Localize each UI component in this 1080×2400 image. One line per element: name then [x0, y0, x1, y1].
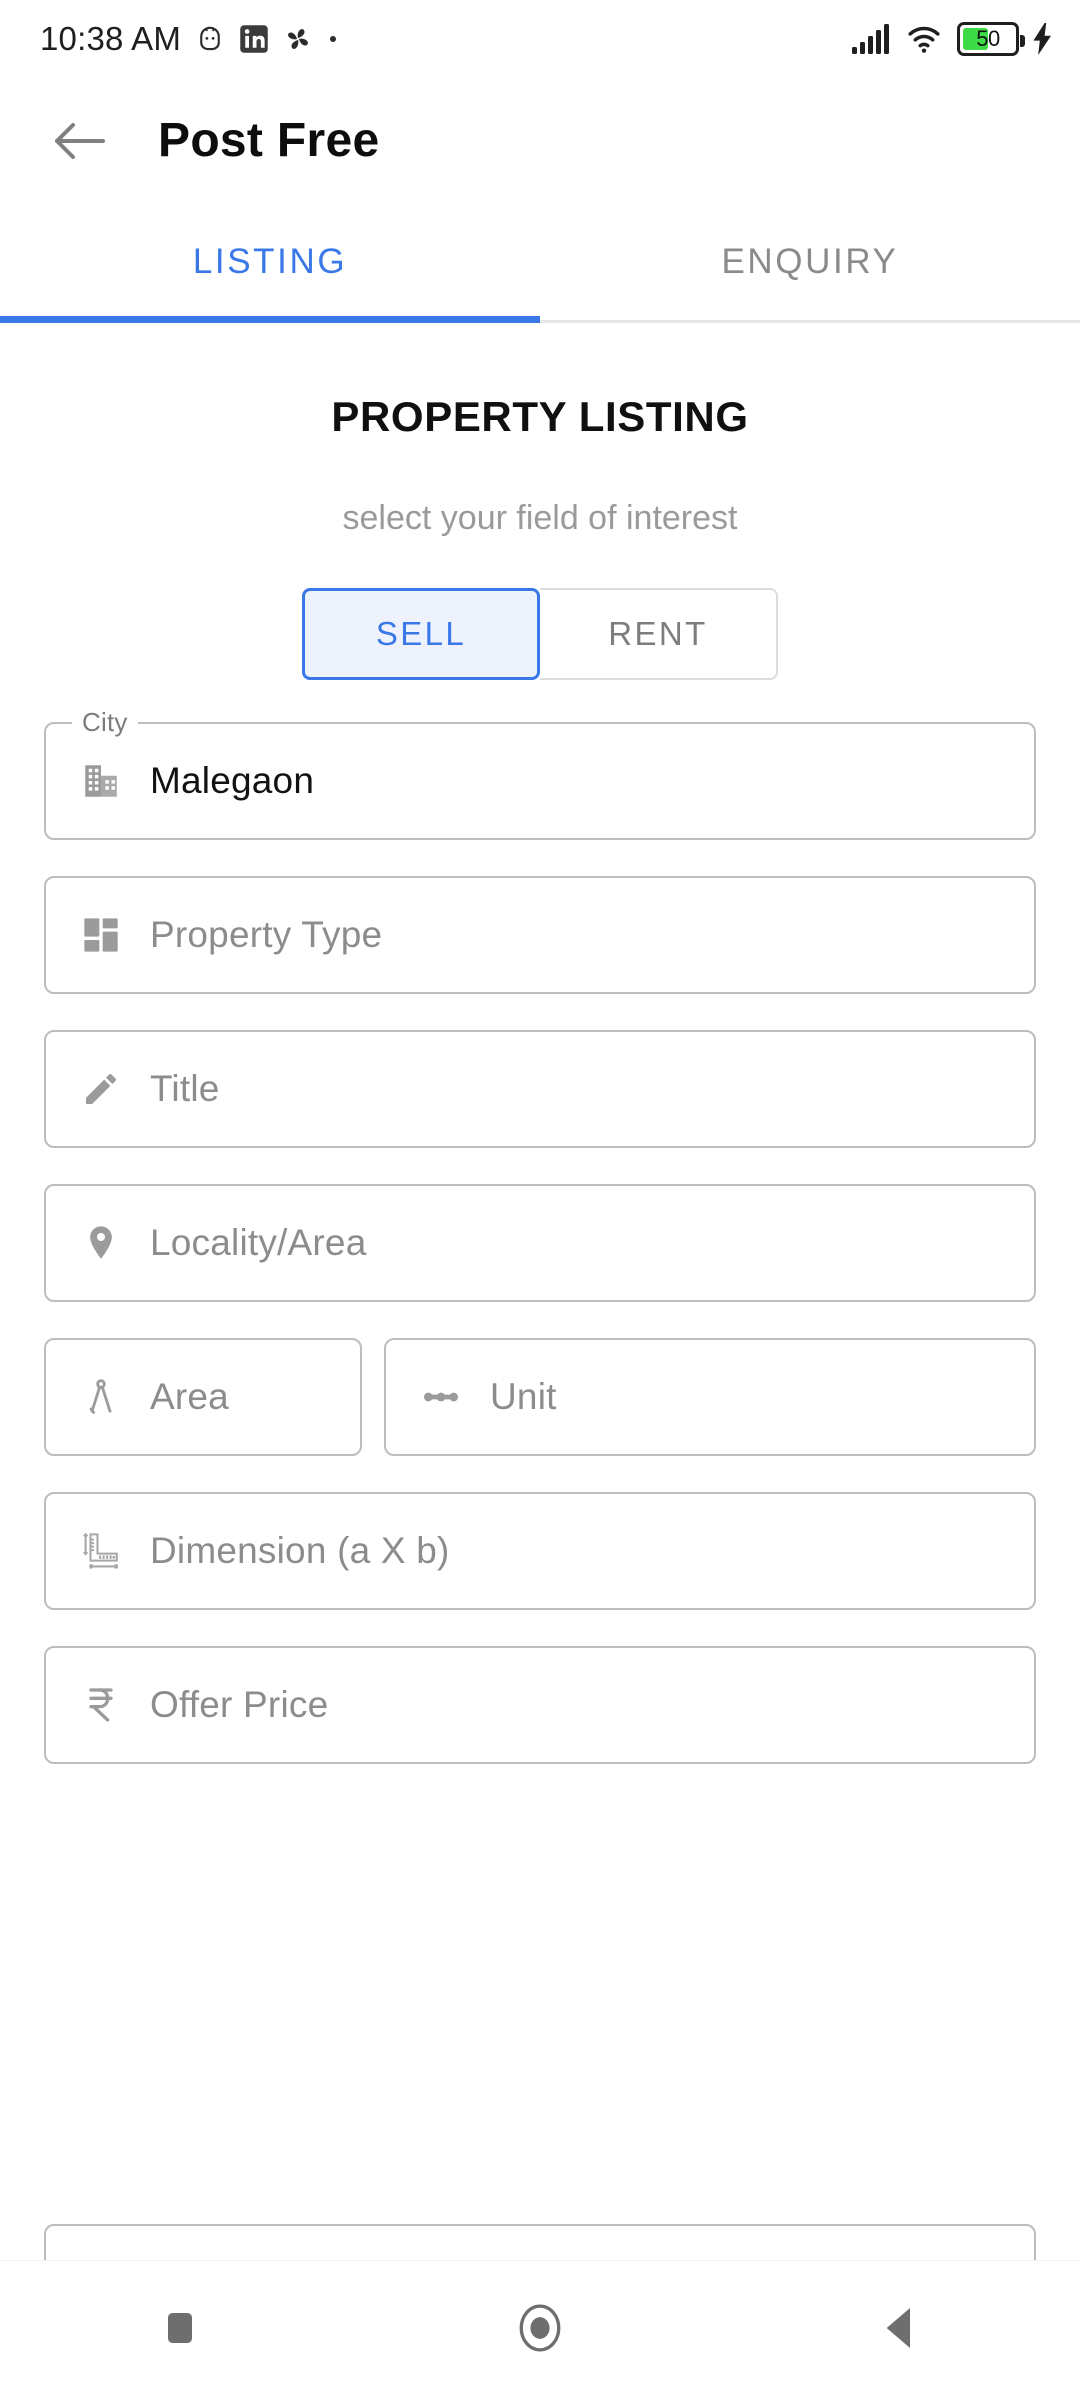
area-placeholder: Area — [150, 1376, 229, 1417]
locality-field[interactable]: Locality/Area — [44, 1184, 1036, 1302]
offer-price-field[interactable]: Offer Price — [44, 1646, 1036, 1764]
tab-listing-label: LISTING — [192, 241, 348, 281]
tab-enquiry[interactable]: ENQUIRY — [540, 203, 1080, 320]
unit-field[interactable]: Unit — [384, 1338, 1036, 1456]
circle-icon — [515, 2303, 565, 2358]
form-heading: PROPERTY LISTING — [331, 393, 749, 440]
unit-placeholder: Unit — [490, 1376, 557, 1417]
ruler-square-icon — [78, 1528, 124, 1574]
rupee-icon — [78, 1682, 124, 1728]
sell-rent-segmented-control: SELL RENT — [302, 588, 778, 680]
page-title: Post Free — [158, 114, 380, 167]
next-field-outline[interactable] — [44, 2224, 1036, 2260]
tab-bar: LISTING ENQUIRY — [0, 203, 1080, 323]
signal-bars-icon — [851, 23, 891, 55]
status-bar-left: 10:38 AM — [40, 20, 339, 58]
home-button[interactable] — [480, 2286, 600, 2376]
locality-placeholder: Locality/Area — [150, 1222, 367, 1263]
dimension-field[interactable]: Dimension (a X b) — [44, 1492, 1036, 1610]
property-type-field[interactable]: Property Type — [44, 876, 1036, 994]
building-icon — [78, 758, 124, 804]
linkedin-icon — [239, 24, 269, 54]
triangle-left-icon — [880, 2306, 920, 2355]
phone-screen: 10:38 AM 50 Post Free LISTING ENQUIRY PR… — [0, 0, 1080, 2400]
system-nav-bar — [0, 2260, 1080, 2400]
status-bar: 10:38 AM 50 — [0, 0, 1080, 78]
compass-divider-icon — [78, 1374, 124, 1420]
back-button[interactable] — [840, 2286, 960, 2376]
pencil-edit-icon — [78, 1066, 124, 1112]
title-placeholder: Title — [150, 1068, 220, 1109]
android-face-icon — [195, 23, 225, 55]
field-of-interest-group: SELL RENT — [44, 588, 1036, 680]
area-field[interactable]: Area — [44, 1338, 362, 1456]
property-type-placeholder: Property Type — [150, 914, 383, 955]
segment-option-rent[interactable]: RENT — [540, 588, 778, 680]
city-field[interactable]: City Malegaon — [44, 707, 1036, 840]
form-scroll-area[interactable]: PROPERTY LISTING select your field of in… — [0, 323, 1080, 2260]
pinwheel-icon — [283, 24, 313, 54]
status-bar-right: 50 — [851, 22, 1054, 56]
dashboard-grid-icon — [78, 912, 124, 958]
recents-button[interactable] — [120, 2286, 240, 2376]
city-field-value: Malegaon — [150, 760, 315, 801]
app-bar: Post Free — [0, 78, 1080, 203]
dot-icon — [327, 33, 339, 45]
status-time: 10:38 AM — [40, 20, 182, 57]
segment-option-rent-label: RENT — [608, 615, 708, 652]
segment-option-sell[interactable]: SELL — [302, 588, 540, 680]
charging-bolt-icon — [1032, 23, 1054, 55]
offer-price-placeholder: Offer Price — [150, 1684, 329, 1725]
city-field-label: City — [72, 707, 138, 738]
location-pin-icon — [78, 1220, 124, 1266]
battery-level-label: 50 — [976, 26, 1000, 51]
battery-icon: 50 — [957, 22, 1025, 56]
area-unit-row: Area Unit — [44, 1338, 1036, 1456]
linear-scale-icon — [418, 1374, 464, 1420]
wifi-icon — [904, 23, 944, 55]
back-arrow-icon[interactable] — [46, 108, 112, 174]
segment-option-sell-label: SELL — [375, 615, 467, 652]
dimension-placeholder: Dimension (a X b) — [150, 1530, 450, 1571]
title-field[interactable]: Title — [44, 1030, 1036, 1148]
square-icon — [162, 2310, 198, 2351]
tab-listing[interactable]: LISTING — [0, 203, 540, 323]
form-subheading: select your field of interest — [342, 499, 738, 537]
tab-enquiry-label: ENQUIRY — [721, 241, 899, 281]
next-field-partial[interactable] — [44, 2224, 1036, 2260]
